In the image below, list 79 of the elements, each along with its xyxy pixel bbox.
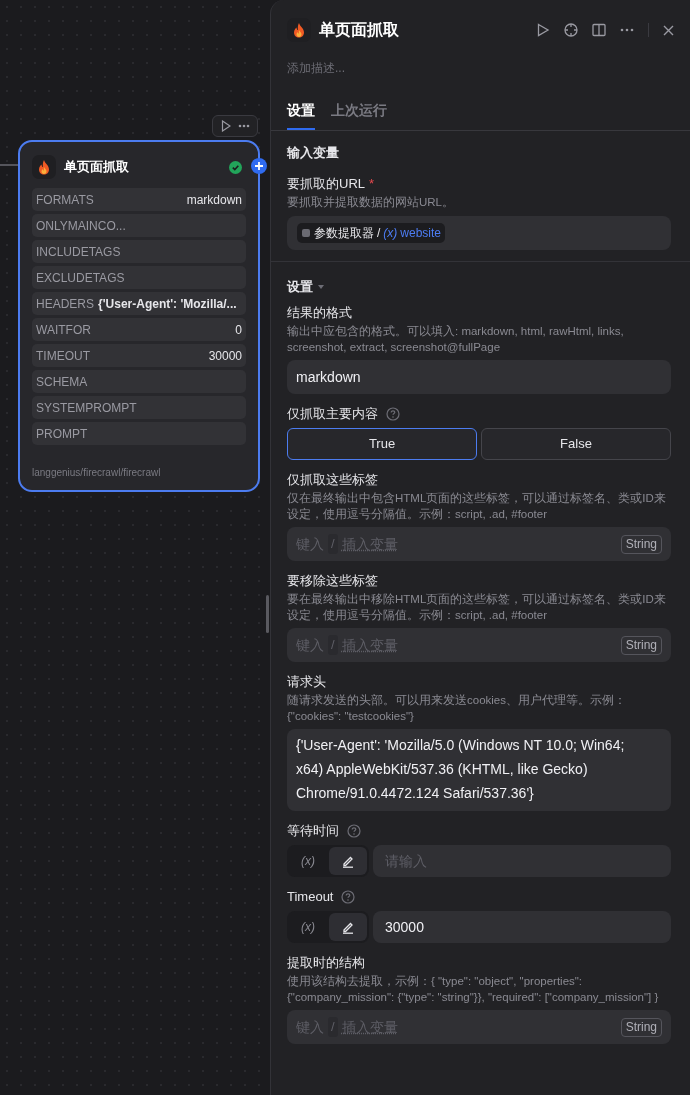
field-label: 要移除这些标签	[287, 572, 378, 590]
param-value: 0	[235, 321, 242, 339]
edit-mode-button[interactable]	[329, 847, 367, 875]
param-name: SCHEMA	[36, 373, 88, 391]
field-hint: 要抓取并提取数据的网站URL。	[287, 195, 455, 210]
node-icon	[301, 228, 311, 238]
run-icon[interactable]	[536, 23, 550, 37]
number-field[interactable]: 30000	[373, 911, 671, 943]
type-tag: String	[620, 534, 662, 554]
flame-icon	[32, 155, 56, 179]
field-hint: 使用该结构去提取，示例：{ "type": "object", "properties": {"company_mission": {"type": "string"}}, "required": ["company_mission"] }	[287, 974, 660, 1005]
param-name: INCLUDETAGS	[36, 243, 121, 261]
variable-tag[interactable]: 参数提取器 / (x) website	[297, 223, 446, 243]
field-label: 要抓取的URL	[287, 175, 365, 193]
param-value: markdown	[186, 191, 242, 209]
param-name: WAITFOR	[36, 321, 91, 339]
pencil-icon	[341, 920, 355, 934]
help-icon[interactable]	[386, 407, 400, 421]
section-heading: 设置	[287, 278, 313, 296]
mode-switch[interactable]: (x)	[287, 911, 369, 943]
node-title: 单页面抓取	[64, 158, 129, 177]
resize-handle[interactable]	[266, 595, 269, 633]
node-provider: langgenius/firecrawl/firecrawl	[32, 466, 162, 480]
url-variable-field[interactable]: 参数提取器 / (x) website	[287, 216, 671, 250]
type-tag: String	[620, 635, 662, 655]
param-name: HEADERS	[36, 295, 94, 313]
param-name: ONLYMAINCO...	[36, 217, 126, 235]
slash-key: /	[328, 534, 338, 554]
required-mark: *	[369, 175, 375, 193]
play-icon[interactable]	[220, 120, 231, 132]
edge-line	[0, 164, 18, 166]
field-label: 提取时的结构	[287, 954, 365, 972]
variable-mode-button[interactable]: (x)	[289, 913, 327, 941]
caret-icon[interactable]	[317, 284, 325, 290]
tab[interactable]: 上次运行	[331, 100, 387, 130]
slash-key: /	[328, 635, 338, 655]
option-button[interactable]: False	[481, 428, 671, 460]
pencil-icon	[341, 854, 355, 868]
tab[interactable]: 设置	[287, 100, 315, 130]
param-name: TIMEOUT	[36, 347, 90, 365]
variable-mode-button[interactable]: (x)	[289, 847, 327, 875]
field-label: 等待时间	[287, 822, 339, 840]
section-heading: 输入变量	[287, 144, 340, 162]
add-node-icon[interactable]	[251, 158, 267, 174]
more-icon[interactable]	[237, 124, 250, 128]
field-hint: 随请求发送的头部。可以用来发送cookies、用户代理等。示例：{"cookies": "testcookies"}	[287, 693, 627, 724]
slash-key: /	[328, 1017, 338, 1037]
node-name: 参数提取器	[314, 225, 374, 242]
param-name: EXCLUDETAGS	[36, 269, 125, 287]
more-icon[interactable]	[620, 28, 634, 32]
book-icon[interactable]	[592, 23, 606, 37]
option-button[interactable]: True	[287, 428, 477, 460]
close-icon[interactable]	[663, 24, 674, 36]
mode-switch[interactable]: (x)	[287, 845, 369, 877]
param-value: {'User-Agent': 'Mozilla/...	[98, 295, 237, 313]
node-card[interactable]: 单页面抓取 FORMATS markdown ONLYMAINCO... INCLUDETAGS EXCLUDETAGS HEADERS {'User-Agent': 'Mozilla/... WAITFOR 0 TIMEOUT 30000 SCHEMA SYSTEMPROMPT PROMPT langgenius/firecrawl/firecrawl	[18, 140, 260, 492]
input-field[interactable]: markdown	[287, 360, 671, 394]
crosshair-icon[interactable]	[564, 23, 578, 37]
field-hint: 输出中应包含的格式。可以填入: markdown, html, rawHtml, links, screenshot, extract, screenshot@fullPage	[287, 324, 625, 355]
variable-name: website	[400, 225, 442, 242]
field-hint: 仅在最终输出中包含HTML页面的这些标签，可以通过标签名、类或ID来设定，使用逗号分隔值。示例：script, .ad, #footer	[287, 491, 667, 522]
field-label: 结果的格式	[287, 304, 352, 322]
separator-text: /	[377, 225, 381, 242]
field-hint: 要在最终输出中移除HTML页面的这些标签，可以通过标签名、类或ID来设定，使用逗号分隔值。示例：script, .ad, #footer	[287, 592, 667, 623]
edit-mode-button[interactable]	[329, 913, 367, 941]
param-name: PROMPT	[36, 425, 88, 443]
type-tag: String	[620, 1017, 662, 1037]
panel-title: 单页面抓取	[319, 20, 399, 40]
param-name: SYSTEMPROMPT	[36, 399, 137, 417]
variable-icon: (x)	[383, 224, 398, 242]
field-label: 请求头	[287, 673, 326, 691]
help-icon[interactable]	[347, 824, 361, 838]
text-area[interactable]: {'User-Agent': 'Mozilla/5.0 (Windows NT 10.0; Win64; x64) AppleWebKit/537.36 (KHTML, like Gecko) Chrome/91.0.4472.124 Safari/537.36'}	[287, 729, 671, 811]
param-value: 30000	[208, 347, 242, 365]
help-icon[interactable]	[341, 890, 356, 904]
field-label: 仅抓取这些标签	[287, 471, 378, 489]
param-name: FORMATS	[36, 191, 94, 209]
field-label: 仅抓取主要内容	[287, 405, 378, 423]
field-label: Timeout	[287, 888, 334, 906]
